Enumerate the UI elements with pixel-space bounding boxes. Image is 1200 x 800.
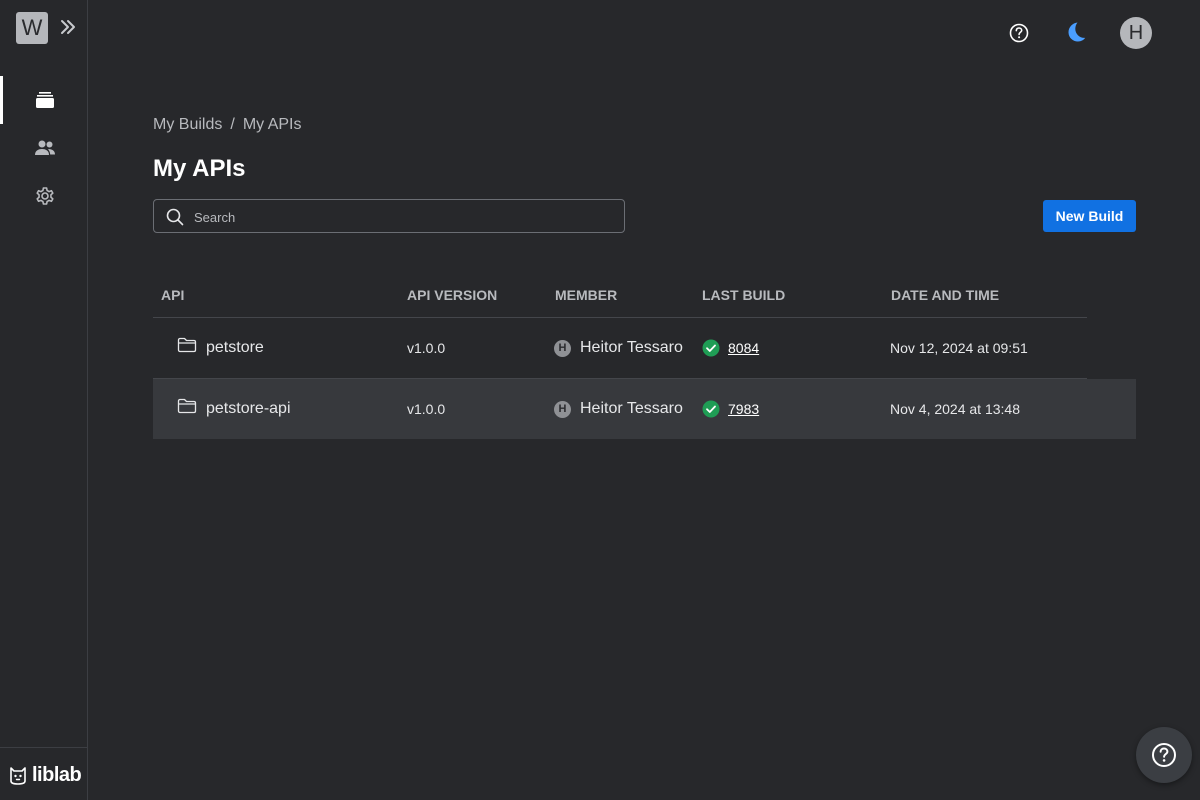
api-name-cell[interactable]: petstore	[177, 318, 264, 378]
last-build-cell: 8084	[702, 318, 759, 378]
sidebar-item-members[interactable]	[0, 124, 88, 172]
table-row[interactable]: petstore-api v1.0.0 H Heitor Tessaro 798…	[153, 379, 1136, 439]
help-icon[interactable]	[1008, 22, 1030, 44]
breadcrumb-my-builds[interactable]: My Builds	[153, 116, 222, 133]
liblab-logo-icon	[10, 767, 26, 785]
member-avatar: H	[554, 339, 571, 357]
help-fab-button[interactable]	[1136, 727, 1192, 783]
search-icon	[166, 208, 184, 226]
table-header: API API VERSION MEMBER LAST BUILD DATE A…	[153, 276, 1087, 318]
column-header-date-time[interactable]: DATE AND TIME	[891, 287, 999, 303]
search-input[interactable]	[192, 200, 616, 234]
user-avatar[interactable]: H	[1120, 17, 1152, 49]
member-name: Heitor Tessaro	[580, 339, 683, 356]
breadcrumb: My Builds / My APIs	[153, 116, 302, 134]
check-circle-icon	[702, 400, 720, 418]
member-avatar: H	[554, 400, 571, 418]
member-cell: H Heitor Tessaro	[554, 379, 683, 439]
column-header-member[interactable]: MEMBER	[555, 287, 617, 303]
sidebar-divider	[0, 747, 88, 748]
page-title: My APIs	[153, 155, 246, 182]
api-name: petstore-api	[206, 400, 291, 417]
member-cell: H Heitor Tessaro	[554, 318, 683, 378]
folder-icon	[177, 337, 197, 353]
sidebar: W liblab	[0, 0, 88, 800]
people-icon	[35, 140, 55, 155]
api-version: v1.0.0	[407, 340, 446, 356]
column-header-last-build[interactable]: LAST BUILD	[702, 287, 785, 303]
table-row[interactable]: petstore v1.0.0 H Heitor Tessaro 8084 No…	[153, 318, 1087, 379]
api-version: v1.0.0	[407, 401, 446, 417]
chevron-double-right-icon[interactable]	[58, 17, 78, 37]
breadcrumb-separator: /	[230, 116, 235, 133]
workspace-badge[interactable]: W	[16, 12, 48, 44]
brand-name: liblab	[32, 763, 82, 786]
search-box[interactable]	[153, 199, 625, 234]
gear-icon	[36, 187, 54, 205]
folder-icon	[177, 398, 197, 414]
date-time: Nov 12, 2024 at 09:51	[890, 340, 1028, 356]
sidebar-item-settings[interactable]	[0, 172, 88, 220]
help-icon	[1152, 743, 1176, 767]
build-link[interactable]: 7983	[728, 401, 759, 417]
layers-icon	[36, 92, 54, 108]
column-header-api[interactable]: API	[161, 287, 184, 303]
sidebar-item-builds[interactable]	[0, 76, 88, 124]
brand-logo[interactable]: liblab	[8, 762, 82, 788]
new-build-button[interactable]: New Build	[1043, 200, 1136, 232]
column-header-api-version[interactable]: API VERSION	[407, 287, 497, 303]
api-name-cell[interactable]: petstore-api	[177, 379, 291, 439]
build-link[interactable]: 8084	[728, 340, 759, 356]
moon-icon[interactable]	[1063, 20, 1087, 44]
apis-table: API API VERSION MEMBER LAST BUILD DATE A…	[153, 276, 1136, 439]
last-build-cell: 7983	[702, 379, 759, 439]
member-name: Heitor Tessaro	[580, 400, 683, 417]
breadcrumb-my-apis: My APIs	[242, 116, 302, 133]
check-circle-icon	[702, 339, 720, 357]
api-name: petstore	[206, 339, 264, 356]
date-time: Nov 4, 2024 at 13:48	[890, 401, 1020, 417]
